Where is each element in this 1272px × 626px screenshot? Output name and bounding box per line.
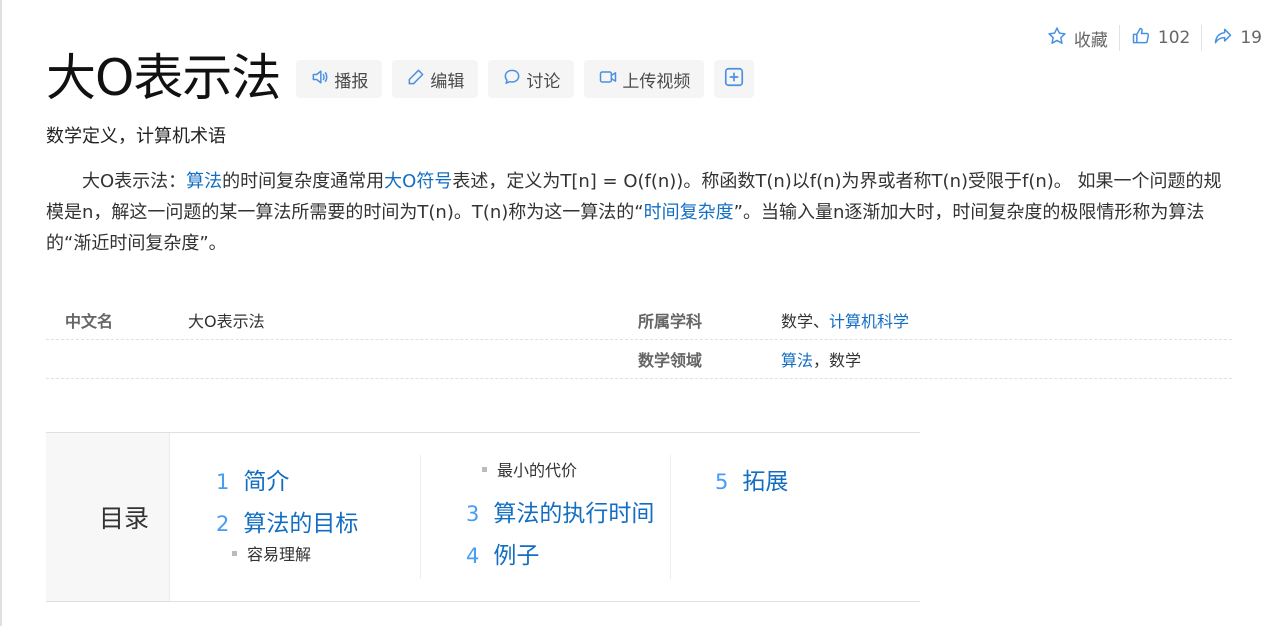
field-text: ，数学 (813, 351, 862, 370)
info-value-field: 算法，数学 (781, 347, 861, 371)
info-name-chinese-name: 中文名 (65, 312, 114, 331)
catalog-item-number: 4 (466, 544, 480, 568)
summary-text: 的时间复杂度通常用 (222, 171, 385, 192)
summary-text: 大O表示法： (82, 171, 187, 192)
info-name-subject: 所属学科 (638, 312, 703, 331)
star-icon (1047, 26, 1067, 51)
page-edge (0, 0, 2, 626)
top-stats: 收藏 102 19 (1047, 25, 1262, 51)
page-subtitle: 数学定义，计算机术语 (46, 126, 226, 147)
catalog-body: 1 简介 2 算法的目标 容易理解 最小的代价 3 算法的执行时间 4 例子 5… (170, 433, 920, 601)
basic-info: 中文名 大O表示法 所属学科 数学、计算机科学 数学领域 算法，数学 (46, 301, 1232, 379)
catalog-item-number: 1 (216, 470, 230, 494)
broadcast-label: 播报 (334, 71, 369, 92)
catalog-item-goal[interactable]: 2 算法的目标 (216, 504, 358, 538)
info-value-chinese-name: 大O表示法 (188, 312, 265, 331)
collect-button[interactable]: 收藏 (1047, 26, 1108, 51)
catalog-subitem-easy[interactable]: 容易理解 (232, 541, 311, 565)
page-title: 大O表示法 (46, 49, 281, 107)
catalog-column-divider (420, 455, 421, 579)
link-algorithm-field[interactable]: 算法 (781, 351, 813, 370)
catalog-item-exec-time[interactable]: 3 算法的执行时间 (466, 494, 654, 528)
link-time-complexity[interactable]: 时间复杂度 (644, 202, 734, 223)
catalog-item-label: 拓展 (742, 469, 789, 495)
catalog-item-number: 2 (216, 512, 230, 536)
discuss-button[interactable]: 讨论 (488, 60, 575, 98)
share-button[interactable]: 19 (1213, 26, 1262, 51)
add-button[interactable] (714, 60, 755, 98)
stat-divider (1201, 25, 1203, 51)
broadcast-button[interactable]: 播报 (296, 60, 383, 98)
toolbar: 播报 编辑 讨论 上传视频 (296, 60, 755, 98)
catalog-subitem-label: 容易理解 (247, 545, 312, 564)
info-value-subject: 数学、计算机科学 (781, 308, 909, 332)
catalog-item-intro[interactable]: 1 简介 (216, 462, 289, 496)
speaker-icon (310, 67, 330, 92)
link-algorithm[interactable]: 算法 (186, 171, 222, 192)
catalog-item-label: 算法的执行时间 (493, 501, 655, 527)
catalog-item-label: 例子 (493, 543, 540, 569)
share-icon (1213, 26, 1233, 51)
catalog-item-number: 3 (466, 502, 480, 526)
link-big-o-notation[interactable]: 大O符号 (384, 171, 452, 192)
catalog-item-example[interactable]: 4 例子 (466, 536, 539, 570)
summary: 大O表示法：算法的时间复杂度通常用大O符号表述，定义为T[n] = O(f(n)… (46, 166, 1236, 259)
upload-video-label: 上传视频 (622, 71, 691, 92)
info-name-field: 数学领域 (638, 351, 703, 370)
like-count: 102 (1157, 28, 1191, 48)
video-camera-icon (598, 67, 618, 92)
upload-video-button[interactable]: 上传视频 (584, 60, 705, 98)
catalog-column-divider (670, 455, 671, 579)
stat-divider (1118, 25, 1120, 51)
collect-label: 收藏 (1073, 30, 1108, 51)
catalog-subitem-min-cost[interactable]: 最小的代价 (482, 457, 577, 481)
like-button[interactable]: 102 (1131, 26, 1190, 51)
thumbs-up-icon (1131, 26, 1151, 51)
link-computer-science[interactable]: 计算机科学 (829, 312, 909, 331)
summary-paragraph: 大O表示法：算法的时间复杂度通常用大O符号表述，定义为T[n] = O(f(n)… (46, 166, 1236, 259)
catalog: 目录 1 简介 2 算法的目标 容易理解 最小的代价 3 算法的执行时间 4 例… (46, 432, 920, 602)
discuss-label: 讨论 (526, 71, 561, 92)
chat-bubble-icon (502, 67, 522, 92)
share-count: 19 (1240, 28, 1262, 48)
subject-text: 数学、 (781, 312, 830, 331)
catalog-item-extension[interactable]: 5 拓展 (715, 462, 788, 496)
plus-square-icon (723, 66, 745, 93)
edit-button[interactable]: 编辑 (392, 60, 479, 98)
catalog-item-label: 简介 (243, 469, 290, 495)
catalog-label: 目录 (46, 433, 170, 601)
catalog-item-number: 5 (715, 470, 729, 494)
pencil-icon (406, 67, 426, 92)
title-row: 大O表示法 播报 编辑 讨论 上传视频 (46, 48, 755, 108)
bullet-square-icon (482, 466, 487, 472)
catalog-item-label: 算法的目标 (243, 511, 359, 537)
bullet-square-icon (232, 550, 237, 556)
edit-label: 编辑 (430, 71, 465, 92)
catalog-subitem-label: 最小的代价 (497, 461, 578, 480)
info-row: 数学领域 算法，数学 (46, 340, 1232, 379)
info-row: 中文名 大O表示法 所属学科 数学、计算机科学 (46, 301, 1232, 340)
